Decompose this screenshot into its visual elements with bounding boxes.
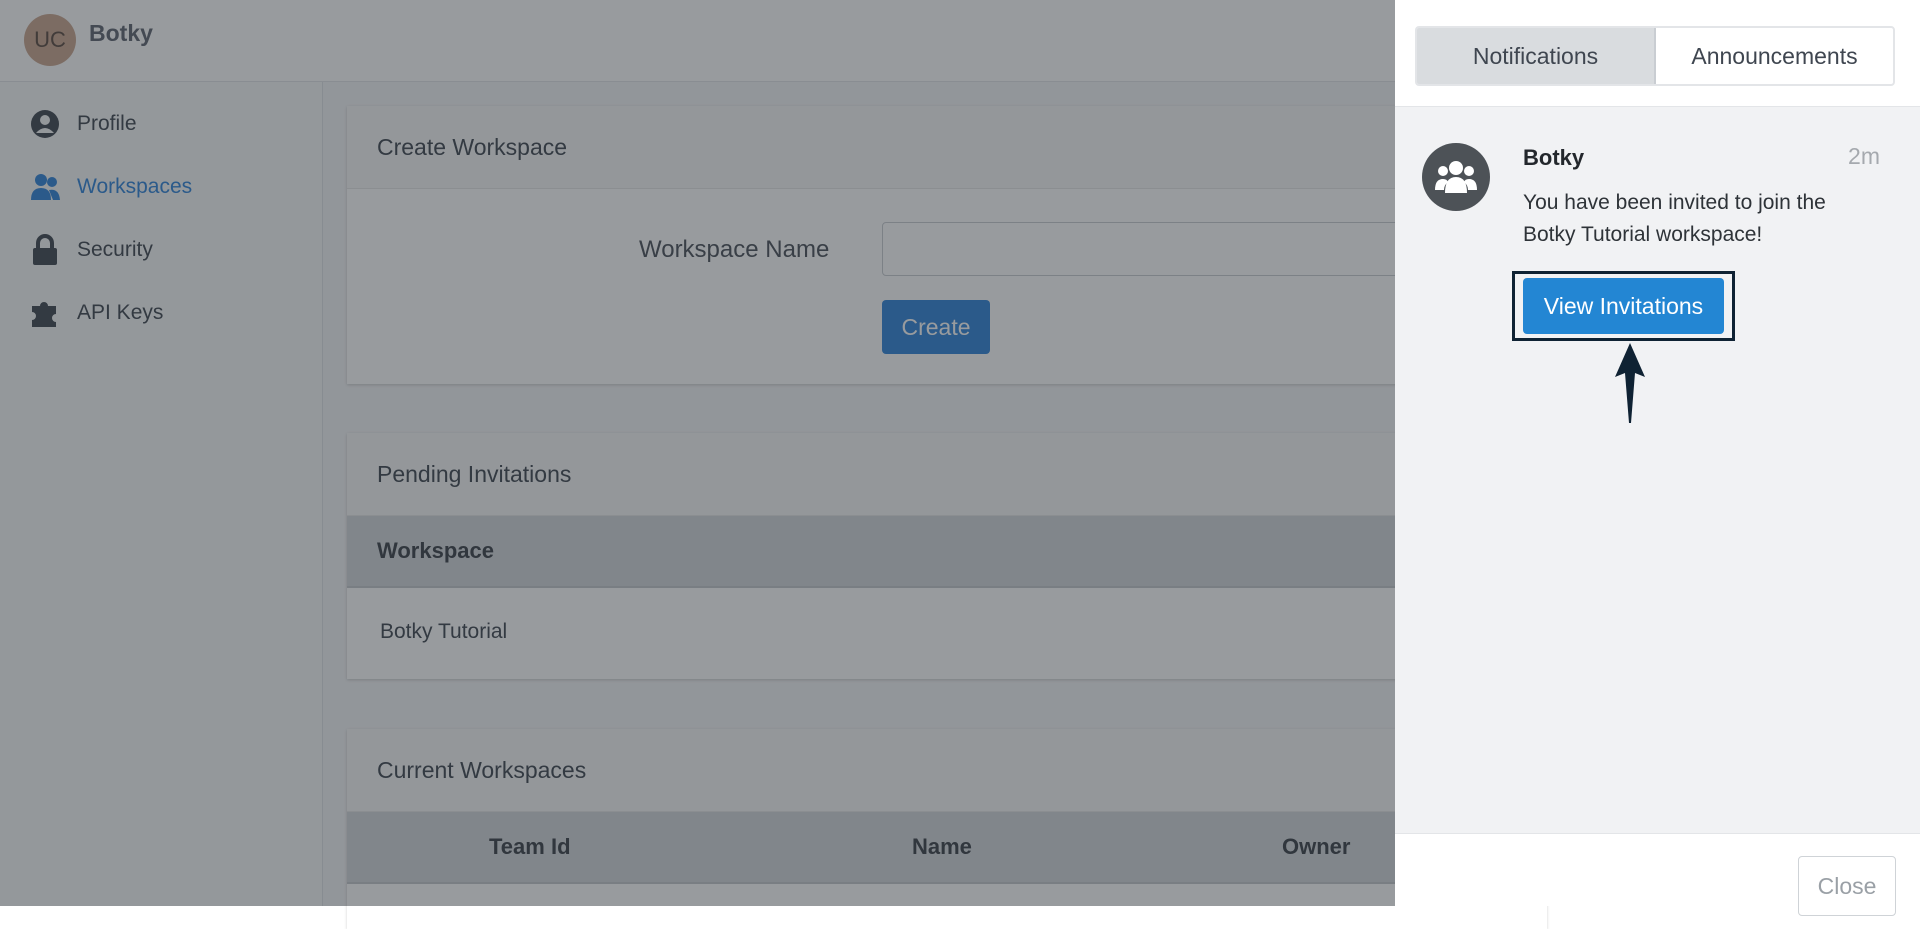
panel-tabs: Notifications Announcements [1415,26,1895,86]
pointer-arrow-icon [1615,343,1645,423]
tab-announcements[interactable]: Announcements [1656,28,1893,84]
group-icon [1422,143,1490,211]
view-invitations-button[interactable]: View Invitations [1523,278,1724,334]
notification-panel: Notifications Announcements Botky 2m You… [1395,0,1920,906]
tab-notifications[interactable]: Notifications [1417,28,1656,84]
notification-list: Botky 2m You have been invited to join t… [1395,106,1920,834]
close-button[interactable]: Close [1798,856,1896,916]
notification-message: You have been invited to join the Botky … [1523,191,1826,246]
notification-time: 2m [1848,143,1880,169]
notification-sender: Botky [1523,145,1585,170]
